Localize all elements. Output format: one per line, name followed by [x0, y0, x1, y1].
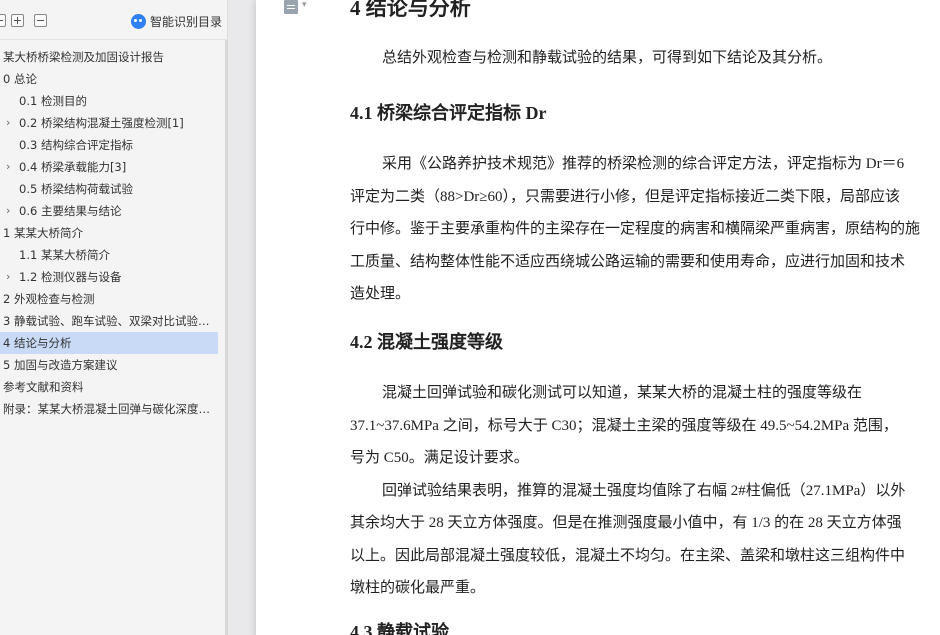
paragraph-line: 混凝土回弹试验和碳化测试可以知道，某某大桥的混凝土柱的强度等级在	[382, 385, 863, 401]
paragraph-line: 工质量、结构整体性能不适应西绕城公路运输的需要和使用寿命，应进行加固和技术	[350, 253, 906, 270]
toc-item-label: 1.2 检测仪器与设备	[19, 270, 122, 284]
toc-item-label: 1.1 某某大桥简介	[19, 248, 110, 262]
toc-item[interactable]: 3 静载试验、跑车试验、双梁对比试验与结果分析	[0, 310, 218, 332]
paragraph-line: 其余均大于 28 天立方体强度。但是在推测强度最小值中，有 1/3 的在 28 …	[350, 515, 902, 531]
toc-item[interactable]: 0.1 检测目的	[0, 90, 218, 112]
section-4-1-paragraph: 采用《公路养护技术规范》推荐的桥梁检测的综合评定方法，评定指标为 Dr＝6 评定…	[350, 148, 940, 311]
toc-item-label: 4 结论与分析	[3, 336, 72, 350]
paragraph-line: 采用《公路养护技术规范》推荐的桥梁检测的综合评定方法，评定指标为 Dr＝6	[382, 156, 905, 172]
toc-sidebar: 智能识别目录 某大桥桥梁检测及加固设计报告 0 总论 0.1 检测目的 › 0.2 桥梁…	[0, 0, 228, 635]
paragraph-line: 总结外观检查与检测和静载试验的结果，可得到如下结论及其分析。	[382, 50, 833, 66]
toc-item-label: 2 外观检查与检测	[3, 292, 95, 306]
chapter-title: 4 结论与分析	[350, 0, 471, 20]
paragraph-line: 行中修。鉴于主要承重构件的主梁存在一定程度的病害和横隔梁严重病害，原结构的施	[350, 221, 921, 237]
chevron-right-icon[interactable]: ›	[6, 112, 10, 134]
toc-item[interactable]: 某大桥桥梁检测及加固设计报告	[0, 46, 218, 68]
toc-item[interactable]: 0 总论	[0, 68, 218, 90]
ai-icon	[130, 14, 146, 29]
chevron-right-icon[interactable]: ›	[6, 156, 10, 178]
document-icon[interactable]	[284, 0, 298, 14]
toc-item[interactable]: 2 外观检查与检测	[0, 288, 218, 310]
section-4-2-paragraph: 混凝土回弹试验和碳化测试可以知道，某某大桥的混凝土柱的强度等级在 37.1~37…	[350, 377, 940, 605]
toc-item-label: 0.6 主要结果与结论	[19, 204, 122, 218]
intro-paragraph: 总结外观检查与检测和静载试验的结果，可得到如下结论及其分析。	[350, 42, 940, 75]
toc-item-label: 某大桥桥梁检测及加固设计报告	[3, 50, 164, 64]
toc-item-label: 0.5 桥梁结构荷载试验	[19, 182, 133, 196]
toc-item[interactable]: › 0.4 桥梁承载能力[3]	[0, 156, 218, 178]
collapse-icon[interactable]	[0, 14, 6, 27]
toc-item[interactable]: › 1.2 检测仪器与设备	[0, 266, 218, 288]
toc-item[interactable]: 参考文献和资料	[0, 376, 218, 398]
toc-item-label: 0.1 检测目的	[19, 94, 87, 108]
collapse-all-button[interactable]	[34, 14, 47, 27]
toc-item[interactable]: 5 加固与改造方案建议	[0, 354, 218, 376]
toc-item[interactable]: › 0.6 主要结果与结论	[0, 200, 218, 222]
paragraph-line: 号为 C50。满足设计要求。	[350, 450, 529, 466]
chevron-right-icon[interactable]: ›	[6, 266, 10, 288]
toc-list: 某大桥桥梁检测及加固设计报告 0 总论 0.1 检测目的 › 0.2 桥梁结构混凝土强度…	[0, 46, 218, 420]
paragraph-line: 墩柱的碳化最严重。	[350, 580, 486, 596]
paragraph-line: 回弹试验结果表明，推算的混凝土强度均值除了右幅 2#柱偏低（27.1MPa）以外	[382, 482, 906, 499]
section-heading-4-1: 4.1 桥梁综合评定指标 Dr	[350, 103, 547, 123]
paragraph-line: 以上。因此局部混凝土强度较低，混凝土不均匀。在主梁、盖梁和墩柱这三组构件中	[350, 547, 906, 564]
toc-item-label: 5 加固与改造方案建议	[3, 358, 118, 372]
document-page: ▾ 4 结论与分析 总结外观检查与检测和静载试验的结果，可得到如下结论及其分析。…	[256, 0, 940, 635]
toc-item-label: 0.2 桥梁结构混凝土强度检测[1]	[19, 116, 184, 130]
toc-item[interactable]: 1 某某大桥简介	[0, 222, 218, 244]
toc-item[interactable]: 0.5 桥梁结构荷载试验	[0, 178, 218, 200]
toc-item-label: 3 静载试验、跑车试验、双梁对比试验与结果分析	[3, 314, 214, 328]
sidebar-scrollbar[interactable]	[225, 40, 228, 635]
smart-toc-button[interactable]: 智能识别目录	[130, 13, 222, 30]
toc-item-label: 1 某某大桥简介	[3, 226, 83, 240]
toc-item[interactable]: 附录：某某大桥混凝土回弹与碳化深度检测记录	[0, 398, 218, 420]
paragraph-line: 造处理。	[350, 286, 411, 302]
toc-item[interactable]: 4 结论与分析	[0, 332, 218, 354]
paragraph-line: 评定为二类（88>Dr≥60），只需要进行小修，但是评定指标接近二类下限，局部应…	[350, 188, 901, 205]
toc-item-label: 0 总论	[3, 72, 37, 86]
chevron-down-icon[interactable]: ▾	[302, 0, 307, 10]
smart-toc-label: 智能识别目录	[149, 15, 222, 29]
section-heading-4-2: 4.2 混凝土强度等级	[350, 332, 503, 352]
toc-item-label: 附录：某某大桥混凝土回弹与碳化深度检测记录	[3, 402, 214, 416]
toc-toolbar: 智能识别目录	[0, 0, 228, 40]
chevron-right-icon[interactable]: ›	[6, 200, 10, 222]
toc-item-label: 0.4 桥梁承载能力[3]	[19, 160, 127, 174]
section-heading-4-3: 4.3 静载试验	[350, 622, 449, 635]
toc-item-label: 0.3 结构综合评定指标	[19, 138, 133, 152]
paragraph-line: 37.1~37.6MPa 之间，标号大于 C30；混凝土主梁的强度等级在 49.…	[350, 417, 898, 434]
toc-item[interactable]: › 0.2 桥梁结构混凝土强度检测[1]	[0, 112, 218, 134]
toc-item-label: 参考文献和资料	[3, 380, 84, 394]
expand-all-button[interactable]	[11, 14, 24, 27]
toc-item[interactable]: 0.3 结构综合评定指标	[0, 134, 218, 156]
toc-item[interactable]: 1.1 某某大桥简介	[0, 244, 218, 266]
